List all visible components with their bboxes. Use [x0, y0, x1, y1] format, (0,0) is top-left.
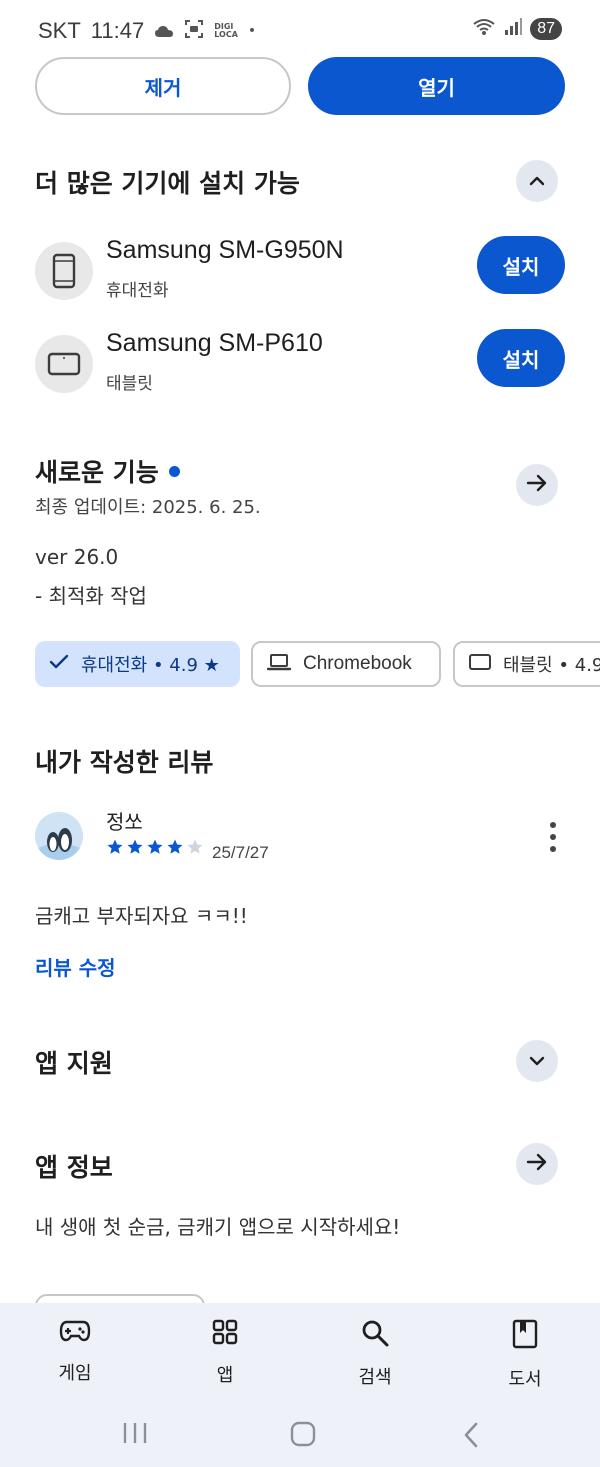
device-type: 태블릿 [106, 374, 153, 394]
whats-new-title-text: 새로운 기능 [35, 458, 159, 487]
status-bar: SKT 11:47 DIGI LOCA • 87 [0, 0, 600, 60]
recent-apps-icon [120, 1421, 150, 1449]
device-name: Samsung SM-P610 [106, 329, 323, 357]
screenshot-icon [184, 19, 204, 44]
more-dot [550, 846, 556, 852]
chip-phone[interactable]: 휴대전화 • 4.9 ★ [35, 641, 240, 687]
laptop-icon [266, 653, 303, 676]
update-note: - 최적화 작업 [35, 584, 147, 608]
nav-item-search[interactable]: 검색 [325, 1319, 425, 1389]
open-button[interactable]: 열기 [308, 57, 565, 115]
back-button[interactable] [462, 1421, 480, 1453]
nav-item-games[interactable]: 게임 [25, 1319, 125, 1385]
back-icon [462, 1421, 480, 1453]
nav-label: 앱 [216, 1365, 234, 1386]
signal-icon [504, 18, 523, 40]
new-indicator-dot [168, 465, 180, 477]
star-filled-icon [127, 839, 143, 854]
star-filled-icon [107, 839, 123, 854]
book-icon [512, 1319, 538, 1353]
app-info-title: 앱 정보 [35, 1153, 113, 1182]
check-icon [49, 654, 81, 675]
star-filled-icon [147, 839, 163, 854]
tablet-icon [469, 653, 503, 675]
recent-apps-button[interactable] [120, 1421, 150, 1449]
chevron-up-icon [528, 172, 546, 191]
more-options-button[interactable] [546, 822, 560, 852]
bottom-navigation: 게임 앱 검색 도서 [0, 1303, 600, 1467]
review-date: 25/7/27 [212, 843, 269, 862]
star-rating [106, 838, 204, 856]
more-devices-title: 더 많은 기기에 설치 가능 [35, 169, 300, 198]
version-text: ver 26.0 [35, 545, 119, 569]
nav-label: 게임 [58, 1363, 92, 1384]
more-dot [550, 834, 556, 840]
chip-tablet-label: 태블릿 • 4.9 [503, 655, 600, 676]
chip-tablet[interactable]: 태블릿 • 4.9 [453, 641, 600, 687]
home-icon [290, 1421, 316, 1451]
digi-loca-icon: DIGI LOCA [214, 23, 238, 39]
last-updated: 최종 업데이트: 2025. 6. 25. [35, 497, 261, 518]
cloud-icon [154, 19, 174, 43]
tablet-device-icon [35, 335, 93, 393]
app-info-arrow-button[interactable] [516, 1143, 558, 1185]
gamepad-icon [59, 1319, 91, 1347]
remove-button[interactable]: 제거 [35, 57, 291, 115]
carrier-label: SKT [38, 18, 81, 43]
my-review-title: 내가 작성한 리뷰 [35, 748, 214, 777]
chip-chromebook-label: Chromebook [303, 653, 412, 674]
nav-item-apps[interactable]: 앱 [175, 1319, 275, 1387]
review-text: 금캐고 부자되자요 ㅋㅋ!! [35, 904, 248, 928]
chevron-down-icon [528, 1052, 546, 1071]
device-name: Samsung SM-G950N [106, 236, 344, 264]
arrow-right-icon [526, 474, 548, 496]
reviewer-name: 정쏘 [106, 810, 143, 834]
clock: 11:47 [90, 18, 145, 43]
device-type: 휴대전화 [106, 281, 169, 301]
expand-app-support-button[interactable] [516, 1040, 558, 1082]
status-right: 87 [472, 18, 562, 40]
device-row-phone: Samsung SM-G950N 휴대전화 설치 [35, 236, 565, 314]
status-left: SKT 11:47 DIGI LOCA • [38, 18, 256, 44]
nav-label: 검색 [358, 1367, 392, 1388]
chip-phone-label: 휴대전화 • 4.9 ★ [81, 655, 220, 676]
wifi-icon [472, 18, 496, 40]
notification-dot: • [247, 23, 257, 39]
app-support-title: 앱 지원 [35, 1049, 113, 1078]
edit-review-link[interactable]: 리뷰 수정 [35, 952, 116, 981]
nav-label: 도서 [508, 1369, 542, 1390]
whats-new-arrow-button[interactable] [516, 464, 558, 506]
install-button-tablet[interactable]: 설치 [477, 329, 565, 387]
app-description: 내 생애 첫 순금, 금캐기 앱으로 시작하세요! [35, 1215, 401, 1239]
star-filled-icon [167, 839, 183, 854]
chip-chromebook[interactable]: Chromebook [251, 641, 441, 687]
digi-line2: LOCA [214, 30, 238, 39]
star-empty-icon [187, 839, 203, 854]
install-button-phone[interactable]: 설치 [477, 236, 565, 294]
search-icon [361, 1319, 389, 1351]
collapse-more-devices-button[interactable] [516, 160, 558, 202]
home-button[interactable] [290, 1421, 316, 1451]
whats-new-title: 새로운 기능 [35, 453, 180, 489]
avatar [35, 812, 83, 860]
phone-device-icon [35, 242, 93, 300]
apps-grid-icon [212, 1319, 238, 1349]
device-row-tablet: Samsung SM-P610 태블릿 설치 [35, 329, 565, 407]
battery-indicator: 87 [530, 18, 562, 40]
more-dot [550, 822, 556, 828]
nav-item-books[interactable]: 도서 [475, 1319, 575, 1391]
arrow-right-icon [526, 1153, 548, 1175]
